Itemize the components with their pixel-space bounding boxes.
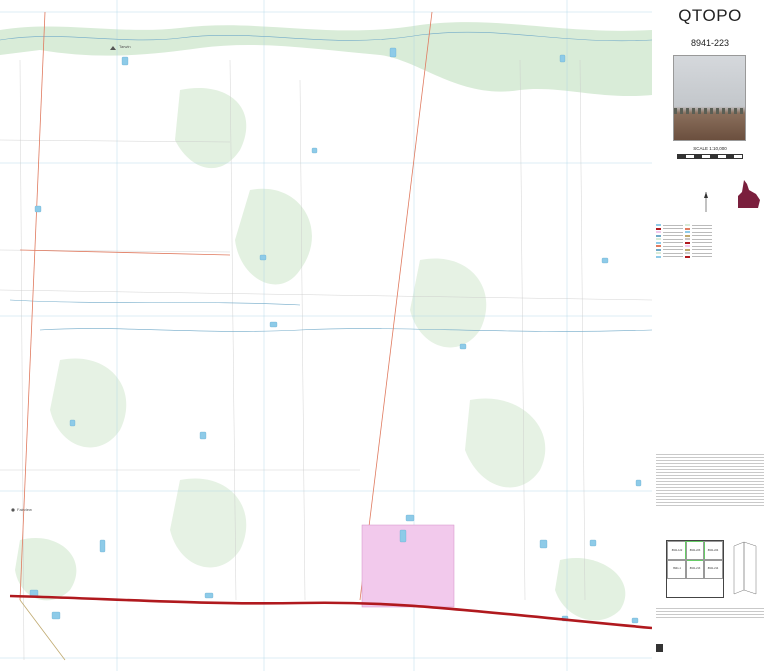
qld-locator-icon	[738, 180, 760, 208]
disclaimer-text	[656, 452, 764, 508]
homestead-icon	[11, 508, 15, 512]
sheet-number: 8941-223	[690, 38, 730, 48]
map-legend	[656, 223, 764, 259]
place-label: Tarwin	[119, 44, 131, 49]
reserve-area	[361, 524, 455, 608]
index-sheet: 8941-1	[667, 559, 687, 579]
scale-label: SCALE 1:10,000	[693, 146, 727, 151]
legend-panel: QTOPO 8941-223 SCALE 1:10,000 8941-122 8…	[652, 0, 768, 671]
index-sheet: 8941-214	[703, 559, 723, 579]
north-arrow-icon	[704, 192, 708, 212]
index-sheet: 8941-213	[685, 559, 705, 579]
place-label: Fairview	[17, 507, 32, 512]
scale-bar	[677, 154, 743, 159]
footer-notes	[656, 606, 764, 620]
index-sheet-current: 8941-223	[685, 541, 705, 561]
sheet-index-map: 8941-122 8941-223 8941-224 8941-1 8941-2…	[666, 540, 724, 598]
map-frame[interactable]: Tarwin Fairview	[0, 0, 652, 671]
fold-diagram-icon	[733, 541, 757, 595]
agency-logo-icon	[656, 644, 663, 652]
index-sheet: 8941-122	[667, 541, 687, 561]
map-series-title: QTOPO	[678, 6, 742, 25]
cover-photo	[673, 55, 746, 141]
index-sheet: 8941-224	[703, 541, 723, 561]
topographic-map[interactable]	[0, 0, 652, 671]
